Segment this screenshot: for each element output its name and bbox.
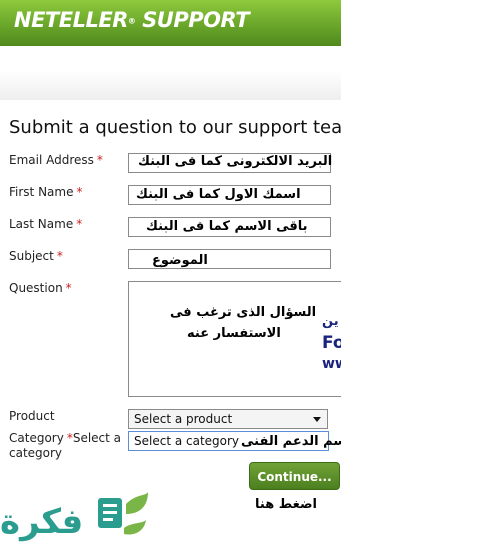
brand-logo[interactable]: NETELLER® SUPPORT [14,8,250,32]
subject-label-text: Subject [9,249,54,263]
category-annotation: قسم الدعم الفنى [241,434,341,449]
background-text-fragment: Fo [322,333,341,353]
background-text-fragment: ين [322,314,339,329]
required-marker: * [96,153,103,167]
question-label-text: Question [9,281,63,295]
category-label-rest: Select a [72,431,122,445]
question-label: Question * [9,281,72,296]
category-label: Category *Select a category [9,431,127,461]
required-marker: * [56,249,63,263]
email-label-text: Email Address [9,153,94,167]
first-name-label-text: First Name [9,185,74,199]
required-marker: * [76,217,83,231]
chevron-down-icon [313,417,321,422]
continue-button[interactable]: Continue... [249,462,340,490]
first-name-label: First Name * [9,185,82,200]
header-divider-band [0,70,341,100]
brand-suffix: SUPPORT [142,8,250,32]
background-text-fragment: ww [322,356,341,372]
watermark-logo: فكرة [0,488,155,548]
product-select-value: Select a product [134,412,233,426]
product-label: Product [9,409,55,423]
question-annotation-line2: الاستفسار عنه [187,326,281,341]
email-label: Email Address * [9,153,103,168]
submit-annotation: اضغط هنا [255,497,318,512]
last-name-label-text: Last Name [9,217,74,231]
subject-annotation: الموضوع [152,253,208,268]
page-title: Submit a question to our support team [9,117,341,138]
question-annotation-line1: السؤال الذى ترغب فى [170,305,317,320]
category-label-text: Category [9,431,64,445]
registered-mark: ® [127,16,136,26]
support-page: NETELLER® SUPPORT Submit a question to o… [0,0,341,549]
brand-name: NETELLER [14,8,128,32]
product-select[interactable]: Select a product [128,409,328,429]
required-marker: * [65,281,72,295]
last-name-annotation: باقى الاسم كما فى البنك [146,219,308,234]
subject-label: Subject * [9,249,63,264]
site-header: NETELLER® SUPPORT [0,0,341,46]
first-name-annotation: اسمك الاول كما فى البنك [136,187,301,202]
email-annotation: البريد الالكترونى كما فى البنك [138,154,333,169]
category-label-line2: category [9,446,63,460]
required-marker: * [76,185,83,199]
last-name-label: Last Name * [9,217,82,232]
category-select-value: Select a category [134,434,240,448]
watermark-text: فكرة [0,502,84,542]
